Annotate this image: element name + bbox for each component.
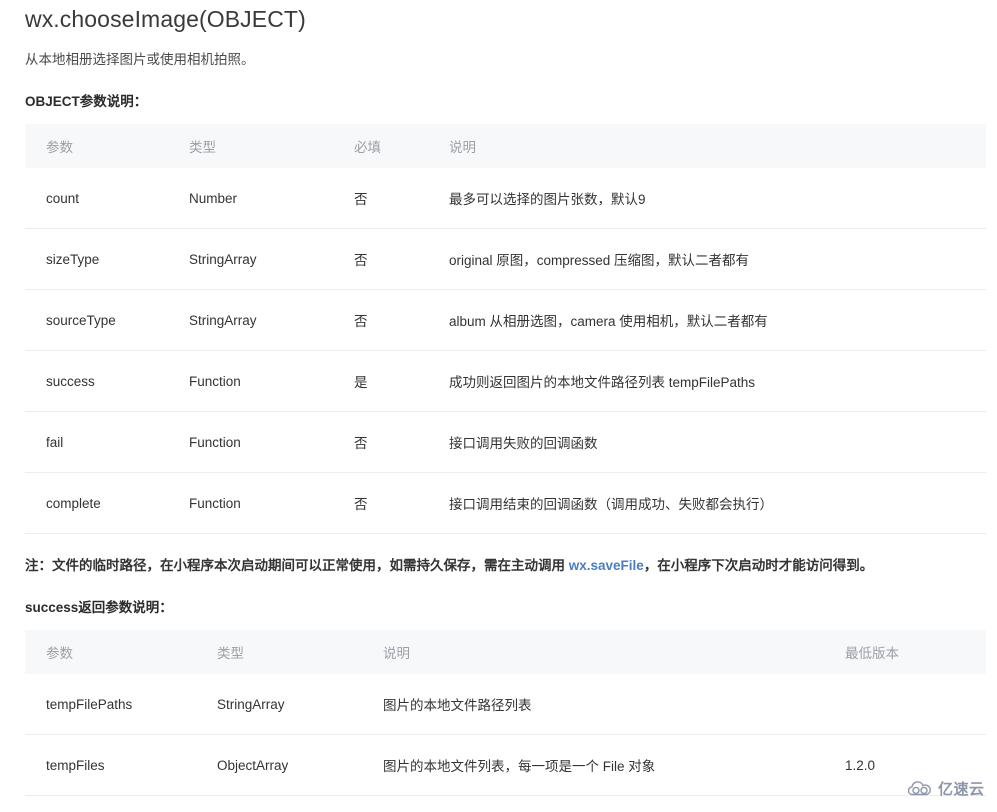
table-row: fail Function 否 接口调用失败的回调函数 — [25, 411, 986, 473]
table-header-row: 参数 类型 说明 最低版本 — [25, 630, 986, 674]
cell-type: StringArray — [217, 696, 285, 712]
column-header-description: 说明 — [383, 630, 845, 674]
table-row: complete Function 否 接口调用结束的回调函数（调用成功、失败都… — [25, 472, 986, 534]
cell-description: 图片的本地文件列表，每一项是一个 File 对象 — [383, 734, 845, 796]
table-body: count Number 否 最多可以选择的图片张数，默认9 sizeType … — [25, 168, 986, 534]
table-head: 参数 类型 说明 最低版本 — [25, 630, 986, 674]
cell-min-version — [845, 674, 986, 735]
page-title: wx.chooseImage(OBJECT) — [25, 6, 306, 32]
note-prefix: 注：文件的临时路径，在小程序本次启动期间可以正常使用，如需持久保存，需在主动调用 — [25, 558, 569, 573]
column-header-param: 参数 — [25, 630, 217, 674]
object-params-table-wrapper: 参数 类型 必填 说明 count Number 否 最多可以选择的图片张数，默… — [0, 112, 997, 534]
column-header-min-version: 最低版本 — [845, 630, 986, 674]
cell-required: 否 — [354, 411, 449, 473]
column-header-type: 类型 — [217, 630, 383, 674]
cell-type: Number — [189, 190, 238, 206]
cell-description: 成功则返回图片的本地文件路径列表 tempFilePaths — [449, 350, 986, 412]
cell-description: 最多可以选择的图片张数，默认9 — [449, 192, 646, 207]
cell-description: 接口调用结束的回调函数（调用成功、失败都会执行） — [449, 472, 986, 534]
cell-param: tempFilePaths — [46, 696, 133, 712]
object-params-table: 参数 类型 必填 说明 count Number 否 最多可以选择的图片张数，默… — [25, 124, 986, 534]
note-paragraph: 注：文件的临时路径，在小程序本次启动期间可以正常使用，如需持久保存，需在主动调用… — [0, 534, 997, 576]
column-header-param: 参数 — [25, 124, 189, 168]
cell-param: success — [25, 350, 189, 412]
cell-param: fail — [25, 411, 189, 473]
table-row: tempFilePaths StringArray 图片的本地文件路径列表 — [25, 674, 986, 735]
cell-description: original 原图，compressed 压缩图，默认二者都有 — [449, 228, 986, 290]
cell-required: 否 — [354, 289, 449, 351]
cell-type: ObjectArray — [217, 734, 383, 796]
table-body: tempFilePaths StringArray 图片的本地文件路径列表 te… — [25, 674, 986, 796]
cell-param: tempFiles — [25, 734, 217, 796]
column-header-type: 类型 — [189, 124, 354, 168]
cell-required: 是 — [354, 350, 449, 412]
column-header-required: 必填 — [354, 124, 449, 168]
wx-savefile-link[interactable]: wx.saveFile — [569, 558, 644, 573]
cell-param: count — [46, 190, 80, 206]
cell-param: complete — [25, 472, 189, 534]
cell-type: StringArray — [189, 228, 354, 290]
success-params-table: 参数 类型 说明 最低版本 tempFilePaths StringArray … — [25, 630, 986, 796]
column-header-description: 说明 — [449, 124, 986, 168]
cell-description: album 从相册选图，camera 使用相机，默认二者都有 — [449, 289, 986, 351]
table-row: count Number 否 最多可以选择的图片张数，默认9 — [25, 168, 986, 229]
table-header-row: 参数 类型 必填 说明 — [25, 124, 986, 168]
cell-type: StringArray — [189, 289, 354, 351]
cell-min-version: 1.2.0 — [845, 734, 986, 796]
cell-param: sourceType — [25, 289, 189, 351]
cell-description: 图片的本地文件路径列表 — [383, 698, 532, 713]
cell-param: sizeType — [25, 228, 189, 290]
table-row: success Function 是 成功则返回图片的本地文件路径列表 temp… — [25, 350, 986, 412]
documentation-page: wx.chooseImage(OBJECT) 从本地相册选择图片或使用相机拍照。… — [0, 0, 997, 812]
cell-type: Function — [189, 472, 354, 534]
table-row: sourceType StringArray 否 album 从相册选图，cam… — [25, 289, 986, 351]
cell-type: Function — [189, 411, 354, 473]
object-params-heading: OBJECT参数说明： — [25, 94, 148, 109]
table-head: 参数 类型 必填 说明 — [25, 124, 986, 168]
table-row: sizeType StringArray 否 original 原图，compr… — [25, 228, 986, 290]
note-suffix: ，在小程序下次启动时才能访问得到。 — [643, 558, 874, 573]
cell-required: 否 — [354, 192, 368, 207]
cell-required: 否 — [354, 228, 449, 290]
success-params-table-wrapper: 参数 类型 说明 最低版本 tempFilePaths StringArray … — [0, 618, 997, 796]
table-row: tempFiles ObjectArray 图片的本地文件列表，每一项是一个 F… — [25, 734, 986, 796]
cell-description: 接口调用失败的回调函数 — [449, 411, 986, 473]
success-params-heading: success返回参数说明： — [25, 600, 173, 615]
cell-type: Function — [189, 350, 354, 412]
cell-required: 否 — [354, 472, 449, 534]
intro-paragraph: 从本地相册选择图片或使用相机拍照。 — [25, 52, 255, 67]
